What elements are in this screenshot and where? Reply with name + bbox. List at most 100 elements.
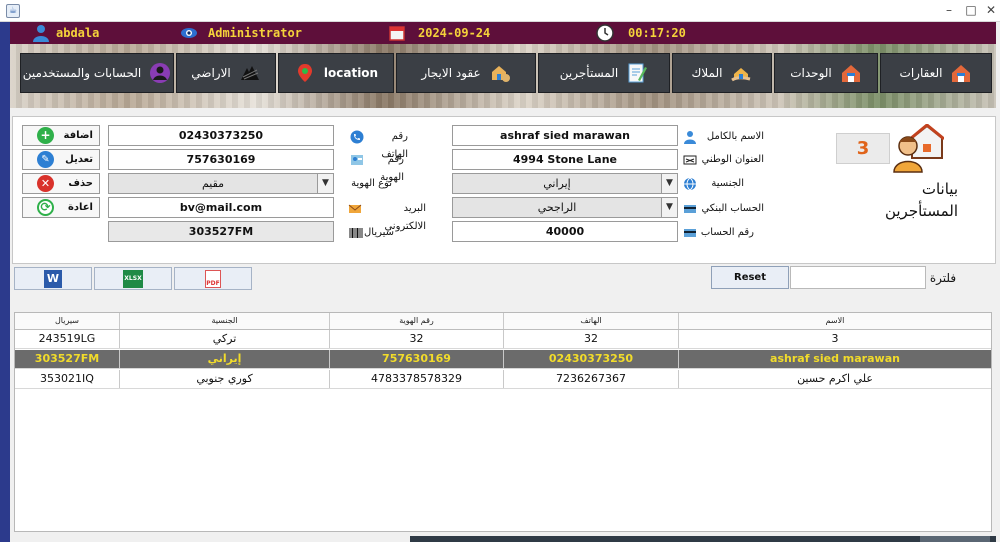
- bank-card-icon: [684, 229, 696, 237]
- pdf-icon: PDF: [205, 269, 221, 288]
- reset-filter-button[interactable]: Reset: [711, 266, 789, 289]
- cell-serial: 303527FM: [15, 350, 120, 368]
- email-label: البريد الالكتروني: [384, 203, 426, 232]
- nav-label: الاراضي: [191, 66, 231, 80]
- nav-label: location: [323, 66, 379, 80]
- cell-phone: 32: [504, 330, 679, 348]
- full-name-label: الاسم بالكامل: [706, 131, 764, 142]
- cell-id-number: 4783378578329: [330, 370, 504, 388]
- refresh-icon: ⟳: [37, 199, 54, 216]
- cell-id-number: 757630169: [330, 350, 504, 368]
- nav-tenants-button[interactable]: المستأجرين: [538, 53, 670, 93]
- nav-owners-button[interactable]: الملاك: [672, 53, 772, 93]
- table-row-selected[interactable]: 303527FM إيراني 757630169 02430373250 as…: [15, 350, 991, 369]
- table-row[interactable]: 243519LG تركي 32 32 3: [15, 330, 991, 349]
- minimize-button[interactable]: –: [938, 2, 960, 18]
- chevron-down-icon[interactable]: ▼: [661, 174, 677, 193]
- cell-name: 3: [831, 332, 839, 345]
- nav-label: عقود الايجار: [421, 66, 481, 80]
- bank-card-icon: [684, 205, 696, 213]
- column-header-name[interactable]: الاسم: [679, 313, 991, 329]
- taskbar-item[interactable]: [920, 536, 990, 542]
- export-pdf-button[interactable]: PDF: [174, 267, 252, 290]
- nav-properties-button[interactable]: العقارات: [880, 53, 992, 93]
- clock-icon: [596, 24, 614, 42]
- maximize-button[interactable]: □: [960, 2, 982, 18]
- nav-label: العقارات: [899, 66, 943, 80]
- edit-button-label: تعديل: [65, 154, 93, 165]
- account-number-input[interactable]: 40000: [452, 221, 678, 242]
- nav-leases-button[interactable]: عقود الايجار: [396, 53, 536, 93]
- nationality-select[interactable]: إيراني ▼: [452, 173, 678, 194]
- cell-phone: 02430373250: [504, 350, 679, 368]
- email-input[interactable]: bv@mail.com: [108, 197, 334, 218]
- delete-button-label: حذف: [68, 178, 93, 189]
- column-header-id-number[interactable]: رقم الهوية: [330, 313, 504, 329]
- chevron-down-icon[interactable]: ▼: [661, 198, 677, 217]
- filter-input[interactable]: [790, 266, 926, 289]
- tenants-table: سيريال الجنسية رقم الهوية الهاتف الاسم 2…: [14, 312, 992, 532]
- pencil-icon: ✎: [37, 151, 54, 168]
- java-app-icon: ☕: [6, 4, 20, 18]
- header-bar: abdala Administrator 2024-09-24 00:17:20: [10, 22, 996, 44]
- bank-account-label: الحساب البنكي: [701, 203, 764, 214]
- id-number-input[interactable]: 757630169: [108, 149, 334, 170]
- cell-phone: 7236267367: [504, 370, 679, 388]
- header-date: 2024-09-24: [418, 26, 491, 40]
- tenant-count: 3: [836, 133, 890, 164]
- cell-nationality: إيراني: [120, 350, 330, 368]
- window-frame-left: [0, 22, 10, 542]
- table-row[interactable]: 353021IQ كوري جنوبي 4783378578329 723626…: [15, 370, 991, 389]
- cell-name: علي اكرم حسين: [797, 372, 873, 385]
- globe-icon: [684, 177, 696, 191]
- column-header-nationality[interactable]: الجنسية: [120, 313, 330, 329]
- cell-serial: 353021IQ: [15, 370, 120, 388]
- delete-button[interactable]: ✕ حذف: [22, 173, 100, 194]
- bank-account-select[interactable]: الراجحي ▼: [452, 197, 678, 218]
- reload-button[interactable]: ⟳ اعادة: [22, 197, 100, 218]
- nav-units-button[interactable]: الوحدات: [774, 53, 878, 93]
- export-excel-button[interactable]: XLSX: [94, 267, 172, 290]
- export-word-button[interactable]: W: [14, 267, 92, 290]
- id-type-selected: مقيم: [201, 177, 225, 190]
- land-icon: [240, 66, 259, 80]
- location-pin-icon: [297, 64, 312, 82]
- id-type-select[interactable]: مقيم ▼: [108, 173, 334, 194]
- phone-input[interactable]: 02430373250: [108, 125, 334, 146]
- national-address-input[interactable]: 4994 Stone Lane: [452, 149, 678, 170]
- owner-icon: [731, 68, 751, 82]
- nav-accounts-users-button[interactable]: الحسابات والمستخدمين: [20, 53, 174, 93]
- id-badge-icon: [351, 155, 363, 165]
- id-number-label: رقم الهوية: [380, 154, 404, 183]
- column-header-phone[interactable]: الهاتف: [504, 313, 679, 329]
- account-number-label: رقم الحساب: [700, 227, 754, 238]
- tenant-icon: [628, 63, 648, 83]
- chevron-down-icon[interactable]: ▼: [317, 174, 333, 193]
- add-button-label: اضافة: [63, 130, 93, 141]
- column-header-serial[interactable]: سيريال: [15, 313, 120, 329]
- id-card-icon: [683, 155, 697, 165]
- header-time: 00:17:20: [628, 26, 686, 40]
- nav-lands-button[interactable]: الاراضي: [176, 53, 276, 93]
- national-address-label: العنوان الوطني: [701, 154, 764, 165]
- house-icon: [841, 65, 860, 82]
- header-role: Administrator: [208, 26, 302, 40]
- cell-id-number: 32: [330, 330, 504, 348]
- header-username: abdala: [56, 26, 100, 40]
- serial-field: 303527FM: [108, 221, 334, 242]
- id-type-label: نوع الهوية: [351, 178, 392, 189]
- nav-location-button[interactable]: location: [278, 53, 394, 93]
- nav-label: المستأجرين: [559, 66, 619, 80]
- nav-label: الملاك: [691, 66, 723, 80]
- nav-label: الوحدات: [790, 66, 832, 80]
- house-icon: [952, 65, 971, 82]
- add-button[interactable]: + اضافة: [22, 125, 100, 146]
- form-title: بيانات المستأجرين: [884, 180, 958, 220]
- close-button[interactable]: ✕: [980, 2, 1000, 18]
- edit-button[interactable]: ✎ تعديل: [22, 149, 100, 170]
- serial-label: سيريال: [364, 227, 395, 238]
- accounts-icon: [150, 63, 171, 83]
- full-name-input[interactable]: ashraf sied marawan: [452, 125, 678, 146]
- email-icon: [348, 204, 362, 213]
- bank-account-selected: الراجحي: [537, 201, 577, 214]
